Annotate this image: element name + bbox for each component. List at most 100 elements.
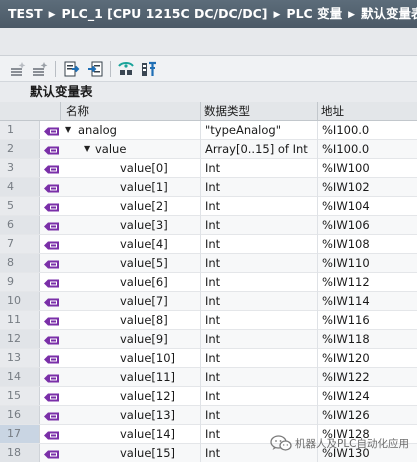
tag-name[interactable]: value[9]	[120, 330, 168, 348]
tag-name[interactable]: value[4]	[120, 235, 168, 253]
insert-row-icon[interactable]	[31, 60, 49, 78]
tag-datatype[interactable]: Int	[205, 406, 315, 424]
tag-address[interactable]: %IW124	[322, 387, 417, 405]
row-number[interactable]: 17	[0, 425, 40, 443]
tag-datatype[interactable]: Int	[205, 311, 315, 329]
column-header-datatype[interactable]: 数据类型	[200, 102, 317, 121]
tag-address[interactable]: %IW114	[322, 292, 417, 310]
tag-address[interactable]: %IW110	[322, 254, 417, 272]
table-row[interactable]: 10 value[7] Int %IW114	[0, 292, 417, 311]
table-row[interactable]: 4 value[1] Int %IW102	[0, 178, 417, 197]
tag-address[interactable]: %IW118	[322, 330, 417, 348]
tag-name[interactable]: analog	[78, 121, 117, 139]
row-number[interactable]: 7	[0, 235, 40, 253]
tag-address[interactable]: %IW100	[322, 159, 417, 177]
tag-name[interactable]: value[7]	[120, 292, 168, 310]
tag-name[interactable]: value[15]	[120, 444, 175, 462]
tag-datatype[interactable]: Int	[205, 235, 315, 253]
breadcrumb-item-plc[interactable]: PLC_1 [CPU 1215C DC/DC/DC]	[62, 0, 268, 28]
add-row-icon[interactable]	[9, 60, 27, 78]
tag-datatype[interactable]: Int	[205, 349, 315, 367]
tag-name[interactable]: value	[95, 140, 126, 158]
import-icon[interactable]	[86, 60, 104, 78]
expand-arrow-icon[interactable]: ▼	[65, 121, 71, 139]
table-row[interactable]: 6 value[3] Int %IW106	[0, 216, 417, 235]
row-number[interactable]: 16	[0, 406, 40, 424]
column-header-address[interactable]: 地址	[317, 102, 417, 121]
table-row[interactable]: 13 value[10] Int %IW120	[0, 349, 417, 368]
tag-address[interactable]: %IW106	[322, 216, 417, 234]
tag-datatype[interactable]: Int	[205, 368, 315, 386]
table-row[interactable]: 11 value[8] Int %IW116	[0, 311, 417, 330]
tag-name[interactable]: value[3]	[120, 216, 168, 234]
row-number[interactable]: 18	[0, 444, 40, 462]
table-row[interactable]: 5 value[2] Int %IW104	[0, 197, 417, 216]
row-number[interactable]: 3	[0, 159, 40, 177]
tag-datatype[interactable]: Int	[205, 254, 315, 272]
table-row[interactable]: 3 value[0] Int %IW100	[0, 159, 417, 178]
table-row[interactable]: 16 value[13] Int %IW126	[0, 406, 417, 425]
tag-datatype[interactable]: Int	[205, 292, 315, 310]
row-number[interactable]: 4	[0, 178, 40, 196]
table-row[interactable]: 14 value[11] Int %IW122	[0, 368, 417, 387]
monitor-all-icon[interactable]	[140, 60, 158, 78]
tag-address[interactable]: %IW120	[322, 349, 417, 367]
tag-address[interactable]: %IW112	[322, 273, 417, 291]
row-number[interactable]: 5	[0, 197, 40, 215]
export-icon[interactable]	[63, 60, 81, 78]
tag-name[interactable]: value[1]	[120, 178, 168, 196]
row-number[interactable]: 14	[0, 368, 40, 386]
tag-datatype[interactable]: Int	[205, 387, 315, 405]
tag-name[interactable]: value[10]	[120, 349, 175, 367]
tag-datatype[interactable]: Int	[205, 216, 315, 234]
tag-name[interactable]: value[2]	[120, 197, 168, 215]
tag-datatype[interactable]: Array[0..15] of Int	[205, 140, 315, 158]
tag-address[interactable]: %I100.0	[322, 121, 417, 139]
tag-name[interactable]: value[5]	[120, 254, 168, 272]
table-row[interactable]: 9 value[6] Int %IW112	[0, 273, 417, 292]
tag-name[interactable]: value[8]	[120, 311, 168, 329]
tag-name[interactable]: value[11]	[120, 368, 175, 386]
tag-name[interactable]: value[6]	[120, 273, 168, 291]
tag-address[interactable]: %IW126	[322, 406, 417, 424]
row-number[interactable]: 6	[0, 216, 40, 234]
row-number[interactable]: 2	[0, 140, 40, 158]
row-number[interactable]: 1	[0, 121, 40, 139]
row-number[interactable]: 12	[0, 330, 40, 348]
row-number[interactable]: 15	[0, 387, 40, 405]
row-number[interactable]: 9	[0, 273, 40, 291]
tag-datatype[interactable]: Int	[205, 197, 315, 215]
tag-datatype[interactable]: "typeAnalog"	[205, 121, 315, 139]
row-number[interactable]: 11	[0, 311, 40, 329]
row-number[interactable]: 13	[0, 349, 40, 367]
tag-name[interactable]: value[12]	[120, 387, 175, 405]
tag-address[interactable]: %IW122	[322, 368, 417, 386]
tag-address[interactable]: %IW102	[322, 178, 417, 196]
tag-address[interactable]: %IW108	[322, 235, 417, 253]
breadcrumb-item-project[interactable]: TEST	[8, 0, 43, 28]
tag-datatype[interactable]: Int	[205, 178, 315, 196]
breadcrumb-item-tag-table[interactable]: 默认变量表	[361, 0, 417, 28]
table-row[interactable]: 15 value[12] Int %IW124	[0, 387, 417, 406]
table-row[interactable]: 12 value[9] Int %IW118	[0, 330, 417, 349]
tag-datatype[interactable]: Int	[205, 273, 315, 291]
monitor-icon[interactable]	[117, 60, 135, 78]
table-row[interactable]: 8 value[5] Int %IW110	[0, 254, 417, 273]
row-number[interactable]: 10	[0, 292, 40, 310]
tag-datatype[interactable]: Int	[205, 330, 315, 348]
tag-name[interactable]: value[13]	[120, 406, 175, 424]
table-row[interactable]: 7 value[4] Int %IW108	[0, 235, 417, 254]
column-divider	[200, 235, 201, 254]
tag-name[interactable]: value[0]	[120, 159, 168, 177]
table-row[interactable]: 2 ▼ value Array[0..15] of Int %I100.0	[0, 140, 417, 159]
tag-name[interactable]: value[14]	[120, 425, 175, 443]
tag-address[interactable]: %IW116	[322, 311, 417, 329]
tag-datatype[interactable]: Int	[205, 159, 315, 177]
column-header-name[interactable]: 名称	[60, 102, 200, 121]
expand-arrow-icon[interactable]: ▼	[84, 140, 90, 158]
table-row[interactable]: 1 ▼ analog "typeAnalog" %I100.0	[0, 121, 417, 140]
breadcrumb-item-plc-tags[interactable]: PLC 变量	[286, 0, 342, 28]
row-number[interactable]: 8	[0, 254, 40, 272]
tag-address[interactable]: %IW104	[322, 197, 417, 215]
tag-address[interactable]: %I100.0	[322, 140, 417, 158]
